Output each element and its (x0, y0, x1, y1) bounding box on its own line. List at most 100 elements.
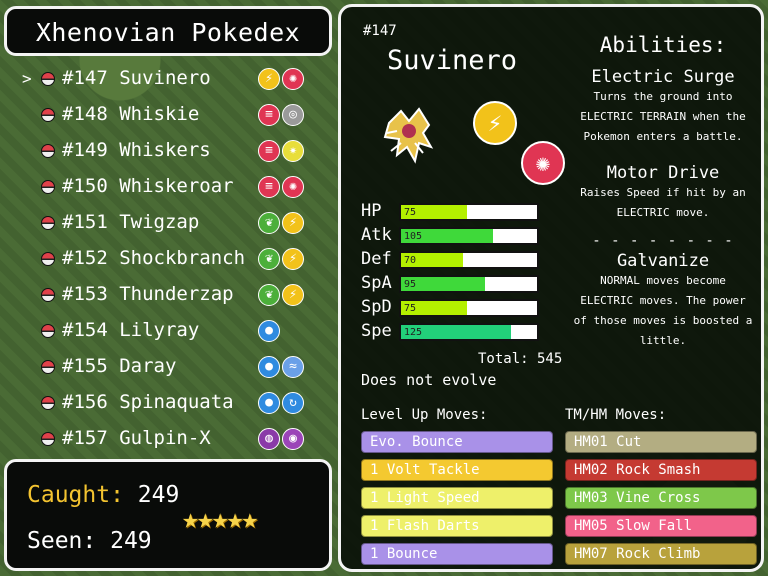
claw-type-icon: ≡ (258, 140, 280, 162)
pokedex-title: Xhenovian Pokedex (35, 18, 301, 47)
pokemon-list-item[interactable]: #154 Lilyray ● (8, 314, 328, 348)
levelup-move-item[interactable]: 1 Light Speed (361, 487, 553, 509)
stat-label: Atk (361, 225, 392, 245)
poison-type-icon: ◉ (282, 428, 304, 450)
ability-2: Motor Drive Raises Speed if hit by an EL… (573, 163, 753, 223)
tm-move-item[interactable]: HM01 Cut (565, 431, 757, 453)
ability-1: Electric Surge Turns the ground into ELE… (573, 67, 753, 147)
levelup-moves-heading: Level Up Moves: (361, 407, 488, 423)
claw-type-icon: ≡ (258, 104, 280, 126)
water-drop-type-icon: ● (258, 356, 280, 378)
seen-count: Seen: 249 (27, 528, 152, 554)
grass-leaf-type-icon: ❦ (258, 248, 280, 270)
ability-name: Galvanize (616, 251, 710, 271)
pokeball-icon (41, 72, 55, 86)
pokemon-list-item[interactable]: #155 Daray ● ≈ (8, 350, 328, 384)
stat-value: 95 (404, 279, 417, 290)
seen-label: Seen: (27, 528, 97, 554)
pokedex-title-panel: Xhenovian Pokedex (4, 6, 332, 56)
water-drop-type-icon: ● (258, 320, 280, 342)
water-drop-type-icon: ● (258, 392, 280, 414)
swirl-type-icon: ↻ (282, 392, 304, 414)
pokeball-icon (41, 180, 55, 194)
ability-desc: NORMAL moves become ELECTRIC moves. The … (573, 274, 753, 347)
pokeball-icon (41, 288, 55, 302)
light-type-icon: ✷ (282, 140, 304, 162)
tm-move-item[interactable]: HM05 Slow Fall (565, 515, 757, 537)
stat-value: 75 (404, 207, 417, 218)
flying-bird-type-icon: ✺ (282, 176, 304, 198)
tm-move-item[interactable]: HM07 Rock Climb (565, 543, 757, 565)
claw-type-icon: ≡ (258, 176, 280, 198)
grass-leaf-type-icon: ❦ (258, 284, 280, 306)
stat-bar: 125 (399, 323, 539, 341)
pokemon-entry-label: #152 Shockbranch (62, 247, 246, 269)
pokemon-list-item[interactable]: #157 Gulpin-X ◍ ◉ (8, 422, 328, 456)
stat-value: 70 (404, 255, 417, 266)
seen-value: 249 (110, 528, 152, 554)
pokeball-icon (41, 396, 55, 410)
pokemon-list-item[interactable]: #149 Whiskers ≡ ✷ (8, 134, 328, 168)
pokemon-entry-label: #151 Twigzap (62, 211, 200, 233)
pokemon-list-item[interactable]: #151 Twigzap ❦ ⚡ (8, 206, 328, 240)
pokemon-detail-panel: #147 Suvinero ⚡ ✺ Abilities: Electric Su… (338, 4, 764, 572)
ring-type-icon: ◎ (282, 104, 304, 126)
electric-type-icon: ⚡ (282, 248, 304, 270)
pokemon-entry-label: #150 Whiskeroar (62, 175, 234, 197)
stat-label: Def (361, 249, 392, 269)
ability-desc: Raises Speed if hit by an ELECTRIC move. (580, 186, 746, 219)
tm-move-item[interactable]: HM03 Vine Cross (565, 487, 757, 509)
electric-type-icon: ⚡ (258, 68, 280, 90)
levelup-move-item[interactable]: Evo. Bounce (361, 431, 553, 453)
stat-bar: 105 (399, 227, 539, 245)
levelup-move-item[interactable]: 1 Flash Darts (361, 515, 553, 537)
pokemon-list-item[interactable]: #152 Shockbranch ❦ ⚡ (8, 242, 328, 276)
count-panel: Caught: 249 Seen: 249 ★★★★★ (4, 459, 332, 571)
pokemon-list-item[interactable]: #150 Whiskeroar ≡ ✺ (8, 170, 328, 204)
pokemon-entry-label: #157 Gulpin-X (62, 427, 211, 449)
stat-bar: 70 (399, 251, 539, 269)
pokemon-entry-label: #155 Daray (62, 355, 177, 377)
ability-name: Electric Surge (591, 67, 735, 87)
pokemon-list-item[interactable]: #153 Thunderzap ❦ ⚡ (8, 278, 328, 312)
electric-type-icon: ⚡ (282, 284, 304, 306)
pokeball-icon (41, 252, 55, 266)
pokemon-entry-label: #154 Lilyray (62, 319, 200, 341)
pokemon-list-item[interactable]: #156 Spinaquata ● ↻ (8, 386, 328, 420)
stat-bar: 75 (399, 299, 539, 317)
ability-name: Motor Drive (606, 163, 720, 183)
abilities-heading: Abilities: (599, 33, 727, 57)
pokeball-icon (41, 216, 55, 230)
caught-label: Caught: (27, 482, 124, 508)
pokemon-list-item[interactable]: #148 Whiskie ≡ ◎ (8, 98, 328, 132)
tm-move-item[interactable]: HM02 Rock Smash (565, 459, 757, 481)
stat-total: Total: 545 (478, 351, 563, 367)
stat-label: Spe (361, 321, 392, 341)
pokeball-icon (41, 144, 55, 158)
wind-type-icon: ≈ (282, 356, 304, 378)
electric-type-icon: ⚡ (282, 212, 304, 234)
stat-label: SpD (361, 297, 392, 317)
stat-value: 105 (404, 231, 423, 242)
pokemon-list[interactable]: > #147 Suvinero ⚡ ✺ #148 Whiskie ≡ ◎ #149 Whisk… (8, 62, 328, 457)
grass-leaf-type-icon: ❦ (258, 212, 280, 234)
planet-type-icon: ◍ (258, 428, 280, 450)
pokeball-icon (41, 360, 55, 374)
pokemon-entry-label: #149 Whiskers (62, 139, 211, 161)
stat-bar: 95 (399, 275, 539, 293)
type2-icon: ✺ (521, 141, 565, 185)
pokemon-entry-label: #148 Whiskie (62, 103, 200, 125)
levelup-move-item[interactable]: 1 Bounce (361, 543, 553, 565)
pokemon-entry-label: #156 Spinaquata (62, 391, 234, 413)
pokeball-icon (41, 108, 55, 122)
caught-value: 249 (137, 482, 180, 508)
levelup-move-item[interactable]: 1 Volt Tackle (361, 459, 553, 481)
detail-dex-number: #147 (363, 23, 397, 39)
pokemon-entry-label: #153 Thunderzap (62, 283, 234, 305)
selection-cursor-icon: > (22, 69, 32, 88)
caught-count: Caught: 249 (27, 482, 179, 508)
pokemon-sprite-icon (383, 107, 434, 164)
stat-bar: 75 (399, 203, 539, 221)
pokeball-icon (41, 324, 55, 338)
pokemon-list-item[interactable]: > #147 Suvinero ⚡ ✺ (8, 62, 328, 96)
